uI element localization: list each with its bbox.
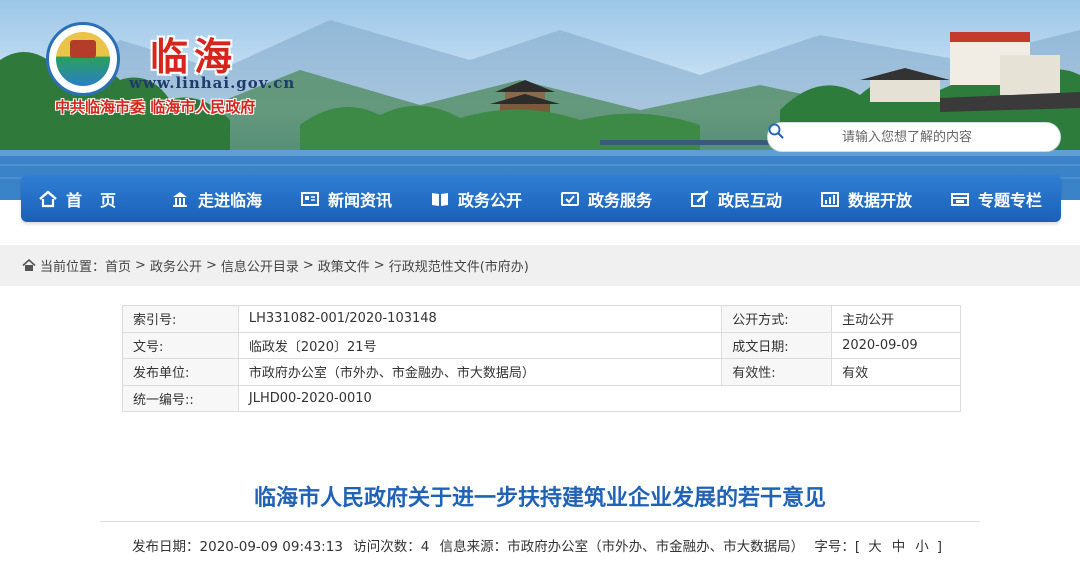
edit-icon [690,190,709,207]
article-title: 临海市人民政府关于进一步扶持建筑业企业发展的若干意见 [253,486,826,511]
breadcrumb-separator: > [302,258,314,273]
font-size-medium-button[interactable]: 中 [890,539,908,555]
breadcrumb-link-policy[interactable]: 政策文件 [318,256,370,275]
public-mode-label: 公开方式: [721,305,833,333]
book-icon [431,192,448,206]
site-org-name: 中共临海市委 临海市人民政府 [55,98,256,116]
breadcrumb-link-catalog[interactable]: 信息公开目录 [221,256,299,275]
nav-item-label: 政民互动 [717,190,782,210]
news-icon [300,191,319,206]
table-row: 统一编号:: JLHD00-2020-0010 [122,384,962,412]
breadcrumb-prefix: 当前位置： [40,260,106,275]
breadcrumb-separator: > [205,258,217,273]
nav-item-label: 数据开放 [847,190,912,210]
breadcrumb: 当前位置： 首页 > 政务公开 > 信息公开目录 > 政策文件 > 行政规范性文… [0,245,1080,286]
table-row: 发布单位: 市政府办公室（市外办、市金融办、市大数据局） 有效性: 有效 [122,358,961,386]
nav-item-interaction[interactable]: 政民互动 [671,175,801,222]
doc-no-label: 文号: [122,331,239,359]
landmark-icon [172,191,187,207]
document-info-table: 索引号: LH331082-001/2020-103148 公开方式: 主动公开… [122,305,962,412]
nav-item-label: 政务服务 [587,190,652,210]
info-source: 信息来源：市政府办公室（市外办、市金融办、市大数据局） [439,539,805,555]
site-url: www.linhai.gov.cn [129,74,296,92]
site-logo[interactable] [46,22,120,96]
header-banner: 临海 www.linhai.gov.cn 中共临海市委 临海市人民政府 [0,0,1080,200]
nav-item-home[interactable]: 首页 [21,175,151,222]
validity-value: 有效 [831,358,961,386]
validity-label: 有效性: [721,358,833,386]
service-icon [560,191,579,206]
nav-item-label: 走进临海 [197,190,262,210]
nav-item-open-data[interactable]: 数据开放 [801,175,931,222]
index-label: 索引号: [122,305,239,333]
main-nav: 首页 走进临海 新闻资讯 政务公开 政务服务 政民互动 数据开放 专题专栏 [21,175,1061,222]
table-row: 文号: 临政发〔2020〕21号 成文日期: 2020-09-09 [122,331,961,359]
nav-item-gov-service[interactable]: 政务服务 [541,175,671,222]
font-size-label: 字号：[ [814,539,861,555]
doc-no-value: 临政发〔2020〕21号 [237,331,723,359]
date-label: 成文日期: [721,331,833,359]
public-mode-value: 主动公开 [831,305,961,333]
font-size-close: ] [936,539,942,555]
breadcrumb-link-gov-affairs[interactable]: 政务公开 [150,256,202,275]
search-input[interactable] [768,129,1046,145]
table-row: 索引号: LH331082-001/2020-103148 公开方式: 主动公开 [122,305,961,333]
search-icon[interactable] [768,123,784,139]
date-value: 2020-09-09 [831,331,961,359]
nav-item-label: 政务公开 [457,190,522,210]
article-meta: 发布日期：2020-09-09 09:43:13 访问次数：4 信息来源：市政府… [0,535,1080,555]
nav-item-label: 新闻资讯 [327,190,392,210]
font-size-small-button[interactable]: 小 [913,539,931,555]
nav-item-news[interactable]: 新闻资讯 [281,175,411,222]
chart-icon [820,191,839,207]
unified-no-label: 统一编号:: [122,384,239,412]
breadcrumb-link-home[interactable]: 首页 [105,256,131,275]
search-box [767,122,1061,152]
folder-icon [950,192,969,206]
publish-date: 发布日期：2020-09-09 09:43:13 [132,539,343,555]
nav-item-label: 首页 [65,190,134,210]
nav-item-label: 专题专栏 [977,190,1042,210]
issuer-label: 发布单位: [122,358,239,386]
unified-no-value: JLHD00-2020-0010 [237,384,962,412]
nav-item-topics[interactable]: 专题专栏 [931,175,1061,222]
breadcrumb-link-normative-docs[interactable]: 行政规范性文件(市府办) [389,256,529,275]
breadcrumb-separator: > [135,258,146,273]
issuer-value: 市政府办公室（市外办、市金融办、市大数据局） [237,358,723,386]
home-icon [39,190,57,207]
index-value: LH331082-001/2020-103148 [237,305,723,333]
logo-emblem-icon [56,32,110,86]
font-size-large-button[interactable]: 大 [866,539,884,555]
breadcrumb-separator: > [373,258,385,273]
site-name: 临海 [150,34,239,79]
title-divider [100,521,980,522]
home-icon [22,259,36,271]
nav-item-gov-affairs[interactable]: 政务公开 [411,175,541,222]
nav-item-about-linhai[interactable]: 走进临海 [151,175,281,222]
visit-count: 访问次数：4 [353,539,430,555]
